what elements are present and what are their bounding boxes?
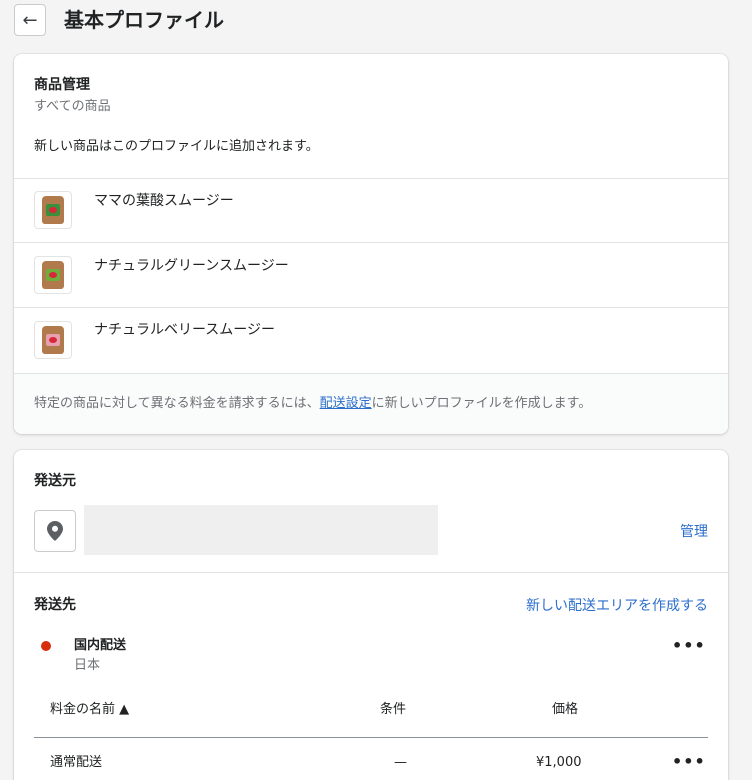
- shipping-card: 発送元 管理 発送先 新しい配送エリアを作成する 国内配送 日本 ••• 料金の…: [14, 450, 728, 780]
- arrow-left-icon: ←: [22, 9, 38, 31]
- create-zone-link[interactable]: 新しい配送エリアを作成する: [526, 595, 708, 615]
- location-pin-icon: [47, 521, 63, 541]
- address-placeholder: [84, 505, 438, 555]
- location-icon-box: [34, 510, 76, 552]
- manage-link[interactable]: 管理: [680, 521, 708, 541]
- rate-more-button[interactable]: •••: [672, 752, 706, 771]
- zone-more-button[interactable]: •••: [672, 636, 706, 655]
- products-note: 新しい商品はこのプロファイルに追加されます。: [34, 139, 319, 154]
- product-thumbnail: [34, 191, 72, 229]
- divider: [14, 242, 728, 243]
- product-pouch-icon: [42, 196, 64, 224]
- product-pouch-icon: [42, 261, 64, 289]
- products-footer-text: 特定の商品に対して異なる料金を請求するには、配送設定に新しいプロファイルを作成し…: [34, 395, 591, 413]
- condition-header: 条件: [380, 702, 407, 717]
- back-button[interactable]: ←: [14, 4, 46, 36]
- footer-text-before: 特定の商品に対して異なる料金を請求するには、: [34, 396, 320, 411]
- divider: [14, 178, 728, 179]
- zone-country: 日本: [74, 658, 101, 673]
- page-title: 基本プロファイル: [64, 8, 224, 32]
- price-header: 価格: [552, 702, 579, 717]
- product-name: ナチュラルベリースムージー: [94, 322, 276, 338]
- destination-title: 発送先: [34, 597, 76, 613]
- footer-text-after: に新しいプロファイルを作成します。: [371, 396, 592, 411]
- zone-flag-dot: [41, 641, 51, 651]
- product-thumbnail: [34, 256, 72, 294]
- rate-name: 通常配送: [50, 755, 103, 770]
- product-name: ナチュラルグリーンスムージー: [94, 258, 289, 274]
- products-footer: 特定の商品に対して異なる料金を請求するには、配送設定に新しいプロファイルを作成し…: [14, 373, 728, 434]
- divider: [14, 572, 728, 573]
- table-header-divider: [34, 737, 708, 738]
- rate-condition: —: [394, 755, 407, 770]
- origin-title: 発送元: [34, 473, 76, 489]
- products-card: 商品管理 すべての商品 新しい商品はこのプロファイルに追加されます。 ママの葉酸…: [14, 54, 728, 434]
- shipping-settings-link[interactable]: 配送設定: [320, 396, 372, 411]
- zone-name: 国内配送: [74, 638, 127, 653]
- product-pouch-icon: [42, 326, 64, 354]
- products-subtitle: すべての商品: [34, 99, 111, 114]
- rate-price: ¥1,000: [536, 755, 582, 770]
- rate-name-header[interactable]: 料金の名前 ▲: [50, 701, 129, 719]
- product-name: ママの葉酸スムージー: [94, 193, 234, 209]
- product-thumbnail: [34, 321, 72, 359]
- divider: [14, 307, 728, 308]
- products-title: 商品管理: [34, 77, 90, 93]
